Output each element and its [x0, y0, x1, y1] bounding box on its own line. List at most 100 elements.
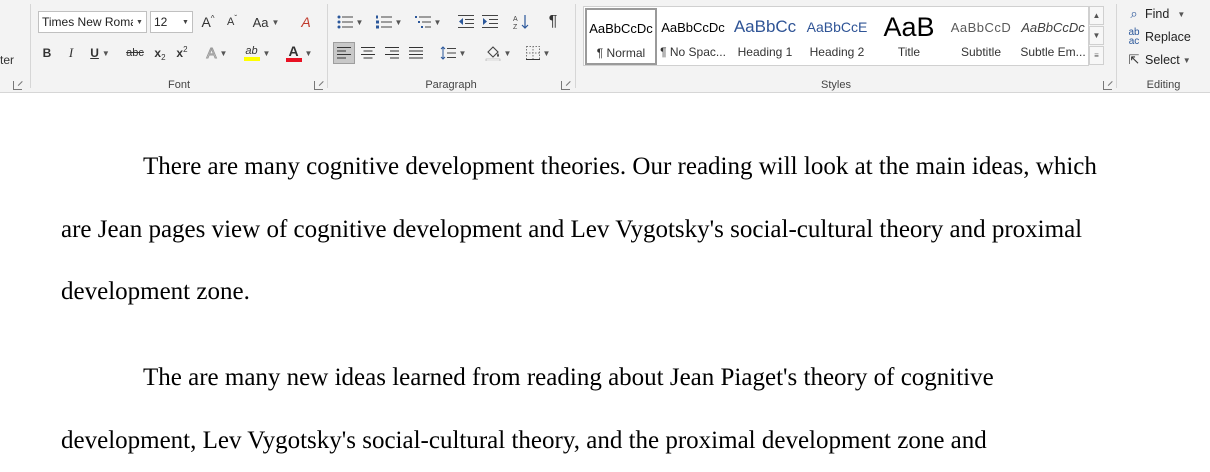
pilcrow-icon: ¶ — [548, 13, 558, 30]
style-title[interactable]: AaB Title — [873, 8, 945, 65]
style-heading-2[interactable]: AaBbCcE Heading 2 — [801, 8, 873, 65]
italic-button[interactable]: I — [60, 42, 82, 64]
style-sample: AaBbCcDc — [589, 20, 653, 36]
document-page[interactable]: There are many cognitive development the… — [0, 94, 1210, 472]
sort-icon: AZ — [513, 15, 529, 30]
increase-indent-button[interactable] — [479, 11, 501, 33]
clipboard-group: ter — [0, 0, 28, 93]
paragraph-group: ▼ ▼ ▼ AZ ¶ ▼ ▼ ▼ Paragraph — [328, 0, 574, 93]
font-color-bar — [285, 57, 302, 62]
style-subtle-emphasis[interactable]: AaBbCcDc Subtle Em... — [1017, 8, 1089, 65]
align-right-icon — [385, 47, 399, 59]
style-sample: AaBbCcD — [950, 19, 1012, 35]
style-sample: AaBbCc — [733, 17, 797, 36]
style-heading-1[interactable]: AaBbCc Heading 1 — [729, 8, 801, 65]
style-name: Subtitle — [960, 45, 1002, 59]
multilevel-list-icon — [414, 16, 431, 28]
style-sample: AaB — [883, 11, 935, 42]
paragraph-dialog-launcher-icon[interactable] — [561, 81, 570, 90]
select-button[interactable]: ⇱ Select ▼ — [1126, 50, 1191, 70]
document-paragraph[interactable]: There are many cognitive development the… — [61, 136, 1121, 324]
cursor-arrow-icon: ⇱ — [1128, 52, 1140, 67]
grow-font-button[interactable]: A ^ — [197, 11, 219, 33]
align-left-icon — [337, 47, 351, 59]
font-color-button[interactable]: A ▼ — [281, 42, 317, 64]
font-dialog-launcher-icon[interactable] — [314, 81, 323, 90]
style-name: Title — [897, 45, 921, 59]
magnifier-icon: ⌕ — [1130, 6, 1138, 21]
font-size-combobox[interactable]: 12 ▼ — [150, 11, 193, 33]
font-name-combobox[interactable]: Times New Roma ▼ — [38, 11, 147, 33]
underline-button[interactable]: U ▼ — [84, 42, 116, 64]
bullets-icon — [337, 15, 353, 29]
clear-formatting-button[interactable]: A — [295, 11, 317, 33]
chevron-down-icon[interactable]: ▼ — [133, 12, 146, 32]
align-right-button[interactable] — [381, 42, 403, 64]
change-case-icon: Aa — [252, 14, 269, 30]
superscript-button[interactable]: x2 — [172, 42, 192, 64]
highlight-button[interactable]: ab ▼ — [239, 42, 275, 64]
paragraph-group-label: Paragraph — [425, 79, 477, 91]
borders-icon — [525, 46, 540, 60]
svg-text:Z: Z — [513, 24, 518, 30]
gallery-more-icon[interactable]: ≡ — [1089, 46, 1104, 65]
shading-button[interactable]: ▼ — [480, 42, 516, 64]
replace-icon: ab ac — [1128, 27, 1140, 47]
clear-formatting-icon: A — [301, 14, 311, 30]
numbering-button[interactable]: ▼ — [372, 11, 406, 33]
bold-button[interactable]: B — [36, 42, 58, 64]
styles-dialog-launcher-icon[interactable] — [1103, 81, 1112, 90]
find-button[interactable]: ⌕ Find ▼ — [1126, 4, 1185, 24]
increase-indent-icon — [482, 15, 498, 28]
clipboard-partial-label: ter — [0, 53, 15, 67]
replace-label: Replace — [1145, 30, 1191, 44]
style-subtitle[interactable]: AaBbCcD Subtitle — [945, 8, 1017, 65]
change-case-button[interactable]: Aa ▼ — [249, 11, 283, 33]
borders-button[interactable]: ▼ — [521, 42, 555, 64]
justify-icon — [409, 47, 423, 59]
font-group-label: Font — [167, 79, 190, 91]
numbering-icon — [375, 15, 392, 29]
shrink-font-button[interactable]: Aˇ — [221, 11, 243, 33]
justify-button[interactable] — [405, 42, 427, 64]
decrease-indent-button[interactable] — [455, 11, 477, 33]
clipboard-dialog-launcher-icon[interactable] — [13, 81, 22, 90]
subscript-icon: x — [154, 46, 162, 60]
underline-icon: U — [90, 46, 99, 60]
style-name: ¶ No Spac... — [660, 45, 726, 59]
font-name-value: Times New Roma — [42, 15, 137, 29]
highlight-color-bar — [243, 56, 260, 61]
style-name: Heading 1 — [737, 45, 793, 59]
style-sample: AaBbCcE — [806, 19, 868, 35]
subscript-button[interactable]: x2 — [150, 42, 170, 64]
strikethrough-button[interactable]: abc — [123, 42, 147, 64]
multilevel-list-button[interactable]: ▼ — [411, 11, 445, 33]
text-effects-button[interactable]: A ▼ — [201, 42, 233, 64]
style-normal[interactable]: AaBbCcDc ¶ Normal — [585, 8, 657, 65]
gallery-scroll-down-icon[interactable]: ▼ — [1089, 26, 1104, 45]
show-formatting-marks-button[interactable]: ¶ — [542, 11, 564, 33]
style-no-spacing[interactable]: AaBbCcDc ¶ No Spac... — [657, 8, 729, 65]
sort-button[interactable]: AZ — [510, 11, 532, 33]
replace-button[interactable]: ab ac Replace — [1126, 27, 1191, 47]
style-name: Heading 2 — [809, 45, 865, 59]
styles-gallery: AaBbCcDc ¶ Normal AaBbCcDc ¶ No Spac... … — [583, 6, 1089, 66]
editing-group-label: Editing — [1146, 79, 1181, 91]
grow-font-icon: A — [201, 14, 211, 30]
superscript-mark: 2 — [183, 44, 188, 54]
subscript-mark: 2 — [161, 52, 166, 62]
style-name: ¶ Normal — [596, 46, 646, 60]
document-paragraph[interactable]: The are many new ideas learned from read… — [61, 347, 1121, 472]
chevron-down-icon: ▼ — [1177, 9, 1186, 19]
align-left-button[interactable] — [333, 42, 355, 64]
bullets-button[interactable]: ▼ — [333, 11, 367, 33]
font-color-icon: A — [288, 42, 299, 59]
gallery-scroll-up-icon[interactable]: ▲ — [1089, 6, 1104, 25]
line-spacing-button[interactable]: ▼ — [436, 42, 470, 64]
ribbon: ter Times New Roma ▼ 12 ▼ A ^ Aˇ Aa ▼ A B … — [0, 0, 1210, 93]
align-center-button[interactable] — [357, 42, 379, 64]
chevron-down-icon[interactable]: ▼ — [179, 12, 192, 32]
select-label: Select — [1145, 53, 1180, 67]
font-size-value: 12 — [154, 15, 168, 29]
strikethrough-icon: abc — [126, 47, 144, 59]
